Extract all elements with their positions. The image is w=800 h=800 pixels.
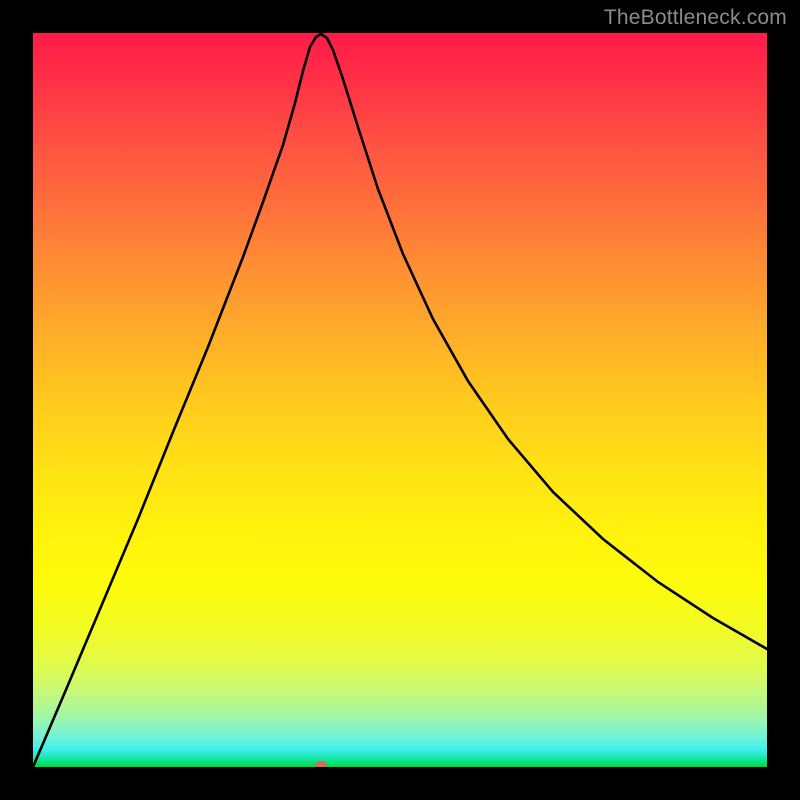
curve-layer: [33, 33, 767, 767]
watermark-text: TheBottleneck.com: [604, 6, 787, 30]
plot-area: [33, 33, 767, 767]
bottleneck-curve: [33, 34, 767, 767]
min-marker: [315, 761, 327, 767]
chart-frame: TheBottleneck.com: [0, 0, 800, 800]
